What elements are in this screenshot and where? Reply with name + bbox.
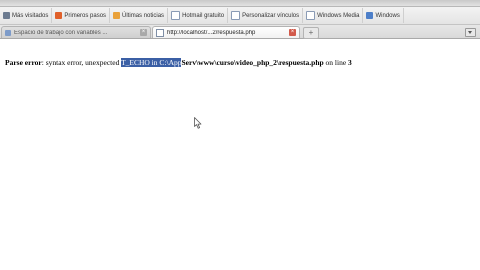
tab-workspace[interactable]: Espacio de trabajo con variables ... × [1, 26, 151, 38]
tab-title: http://localhost/...2/respuesta.php [167, 29, 256, 36]
bookmark-most-visited[interactable]: Más visitados [0, 8, 53, 23]
bookmarks-toolbar: Más visitados Primeros pasos Últimas not… [0, 7, 480, 25]
error-line-number: 3 [348, 58, 352, 67]
error-label: Parse error [5, 58, 42, 67]
page-icon [231, 11, 241, 20]
bookmark-label: Windows Media [317, 12, 360, 19]
error-prefix: syntax error, unexpected [43, 58, 122, 67]
tab-title: Espacio de trabajo con variables ... [14, 29, 108, 36]
bookmark-label: Más visitados [12, 12, 49, 19]
tab-strip: Espacio de trabajo con variables ... × h… [0, 25, 480, 39]
close-tab-icon[interactable]: × [140, 29, 147, 36]
bookmark-getting-started[interactable]: Primeros pasos [52, 8, 111, 23]
bookmark-windows[interactable]: Windows [363, 8, 404, 23]
bookmark-label: Personalizar vínculos [242, 12, 300, 19]
bookmark-hotmail[interactable]: Hotmail gratuito [168, 8, 229, 23]
bookmark-customize-links[interactable]: Personalizar vínculos [228, 8, 304, 23]
window-title-bar [0, 0, 480, 7]
bookmark-label: Hotmail gratuito [182, 12, 225, 19]
firefox-icon [55, 12, 63, 19]
windows-icon [366, 12, 374, 19]
close-tab-icon[interactable]: × [289, 29, 296, 36]
tab-respuesta[interactable]: http://localhost/...2/respuesta.php × [152, 26, 300, 38]
bookmark-label: Últimas noticias [122, 12, 165, 19]
page-favicon-icon [156, 28, 164, 37]
bookmark-label: Windows [375, 12, 400, 19]
bookmark-label: Primeros pasos [64, 12, 107, 19]
gear-icon [3, 12, 10, 19]
page-icon [171, 11, 181, 20]
page-icon [306, 11, 316, 20]
bookmark-windows-media[interactable]: Windows Media [303, 8, 364, 23]
selected-text: T_ECHO in C:\App [121, 58, 182, 67]
list-all-tabs-button[interactable] [465, 28, 476, 37]
mouse-cursor-icon [194, 117, 202, 129]
bookmark-latest-news[interactable]: Últimas noticias [110, 8, 169, 23]
new-tab-button[interactable]: + [303, 27, 319, 39]
error-file-path: Serv\www\curso\video_php_2\respuesta.php [181, 58, 324, 67]
error-on-line: on line [323, 58, 349, 67]
page-favicon-icon [5, 29, 11, 36]
php-error-message: Parse error: syntax error, unexpected T_… [5, 58, 352, 67]
rss-icon [113, 12, 121, 19]
